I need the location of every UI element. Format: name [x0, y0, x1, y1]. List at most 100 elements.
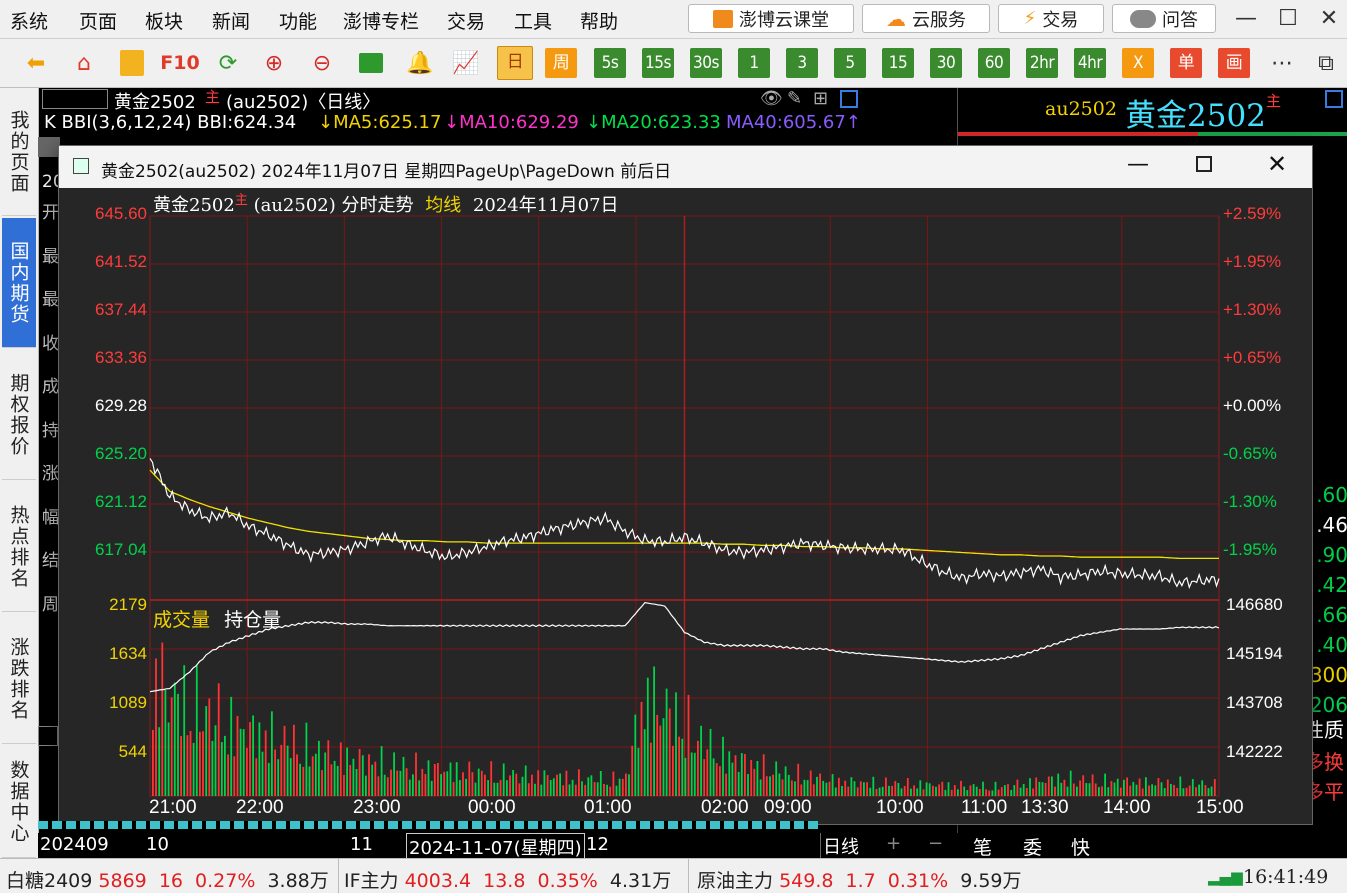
volume-bar [515, 773, 518, 796]
volume-bar [506, 780, 508, 796]
zoom-out-icon[interactable]: ⊖ [306, 47, 338, 79]
tab-fast[interactable]: 快 [1071, 833, 1090, 860]
period-week-button[interactable]: 周 [545, 48, 577, 78]
menu-trade[interactable]: 交易 [447, 7, 485, 34]
volume-bar [170, 697, 173, 796]
nav-controls-icon[interactable] [42, 89, 108, 109]
intraday-dialog: 黄金2502(au2502) 2024年11月07日 星期四PageUp\Pag… [58, 145, 1313, 825]
hide-eye-icon[interactable]: 👁 [760, 88, 783, 109]
volume-bar [333, 760, 336, 796]
volume-bar [502, 763, 505, 796]
menu-sector[interactable]: 板块 [145, 7, 183, 34]
back-arrow-icon[interactable]: ⬅ [20, 47, 52, 79]
sidebar-item-my-page[interactable]: 我的页面 [2, 88, 36, 216]
period-60m-button[interactable]: 60 [978, 48, 1010, 78]
volume-bar [1129, 785, 1132, 796]
trade-button[interactable]: ⚡ 交易 [998, 4, 1104, 33]
volume-bar [177, 693, 179, 796]
menu-tools[interactable]: 工具 [514, 7, 552, 34]
sidebar-item-options[interactable]: 期权报价 [2, 350, 36, 480]
panel-layout-icon[interactable] [1325, 90, 1343, 108]
f10-button[interactable]: F10 [160, 47, 200, 79]
volume-bar [740, 753, 743, 796]
refresh-icon[interactable]: ⟳ [212, 47, 244, 79]
volume-bar [365, 775, 367, 796]
volume-bar [1101, 786, 1103, 796]
menu-news[interactable]: 新闻 [212, 7, 250, 34]
period-5m-button[interactable]: 5 [834, 48, 866, 78]
period-4hr-button[interactable]: 4hr [1074, 48, 1106, 78]
home-icon[interactable]: ⌂ [68, 47, 100, 79]
draw-button[interactable]: 画 [1218, 48, 1250, 78]
cloud-service-button[interactable]: ☁ 云服务 [862, 4, 990, 33]
period-5s-button[interactable]: 5s [594, 48, 626, 78]
oi-axis-label: 146680 [1226, 595, 1283, 614]
ticker-volume: 9.59万 [960, 870, 1022, 892]
volume-bar [1085, 783, 1088, 796]
zoom-plus-button[interactable]: + [886, 833, 901, 854]
daily-tab[interactable]: 日线 [820, 833, 861, 859]
intraday-chart[interactable]: 黄金2502主 (au2502) 分时走势 均线 2024年11月07日 成交量… [59, 188, 1312, 824]
dialog-close-button[interactable]: ✕ [1267, 150, 1287, 178]
ticker-item-sugar[interactable]: 白糖2409 5869 16 0.27% 3.88万 [0, 866, 329, 893]
period-15m-button[interactable]: 15 [882, 48, 914, 78]
price-axis-label: 629.28 [95, 396, 147, 415]
period-1m-button[interactable]: 1 [738, 48, 770, 78]
chart-icon[interactable]: 📈 [450, 47, 482, 79]
layout-icon[interactable] [840, 90, 858, 108]
ticker-item-crude[interactable]: 原油主力 549.8 1.7 0.31% 9.59万 [697, 866, 1022, 893]
menu-help[interactable]: 帮助 [580, 7, 618, 34]
ticker-item-if[interactable]: IF主力 4003.4 13.8 0.35% 4.31万 [344, 866, 671, 893]
maximize-button[interactable]: ☐ [1270, 4, 1306, 34]
volume-bar [274, 749, 276, 796]
zoom-in-icon[interactable]: ⊕ [258, 47, 290, 79]
volume-bar [825, 782, 828, 796]
minimize-button[interactable]: — [1228, 4, 1264, 34]
export-icon[interactable]: ⧉ [1310, 47, 1342, 79]
qa-button[interactable]: 问答 [1112, 4, 1216, 33]
volume-bar [706, 749, 709, 796]
grid-icon[interactable]: ⊞ [813, 88, 828, 109]
menu-column[interactable]: 澎博专栏 [343, 7, 419, 34]
dialog-maximize-button[interactable] [1196, 156, 1212, 172]
dialog-minimize-button[interactable]: — [1127, 152, 1149, 177]
volume-bar [1032, 788, 1034, 796]
period-x-button[interactable]: X [1122, 48, 1154, 78]
sidebar-item-change-ranking[interactable]: 涨跌排名 [2, 614, 36, 744]
order-button[interactable]: 单 [1170, 48, 1202, 78]
menu-function[interactable]: 功能 [279, 7, 317, 34]
more-button[interactable]: ⋯ [1266, 47, 1298, 79]
cloud-course-button[interactable]: 澎博云课堂 [688, 4, 854, 33]
period-2hr-button[interactable]: 2hr [1026, 48, 1058, 78]
news-icon[interactable] [116, 47, 148, 79]
period-15s-button[interactable]: 15s [642, 48, 674, 78]
pen-icon[interactable]: ✎ [787, 88, 802, 109]
period-day-button[interactable]: 日 [497, 46, 533, 80]
sidebar-item-domestic-futures[interactable]: 国内期货 [2, 218, 36, 348]
bell-icon[interactable]: 🔔 [404, 47, 436, 79]
bg-expand-icon[interactable] [38, 726, 58, 746]
volume-bar [173, 682, 176, 796]
period-30m-button[interactable]: 30 [930, 48, 962, 78]
period-30s-button[interactable]: 30s [690, 48, 722, 78]
sidebar-item-data-center[interactable]: 数据中心 [2, 746, 36, 858]
tab-ticks[interactable]: 笔 [973, 833, 992, 860]
zoom-minus-button[interactable]: − [928, 833, 943, 854]
windows-icon[interactable] [355, 47, 387, 79]
volume-bar [152, 729, 154, 796]
volume-bar [186, 735, 189, 796]
chart-header-name: 黄金2502 [153, 195, 235, 216]
volume-bar [615, 785, 618, 796]
period-3m-button[interactable]: 3 [786, 48, 818, 78]
menu-page[interactable]: 页面 [79, 7, 117, 34]
volume-bar [668, 708, 671, 796]
volume-bar [975, 786, 978, 796]
volume-bar [1025, 788, 1028, 796]
sidebar-item-hot-ranking[interactable]: 热点排名 [2, 482, 36, 612]
volume-bar [1013, 785, 1016, 796]
menu-system[interactable]: 系统 [10, 7, 48, 34]
volume-bar [418, 780, 421, 796]
close-button[interactable]: ✕ [1311, 4, 1347, 34]
volume-bar [1201, 780, 1204, 796]
tab-orders[interactable]: 委 [1023, 833, 1042, 860]
